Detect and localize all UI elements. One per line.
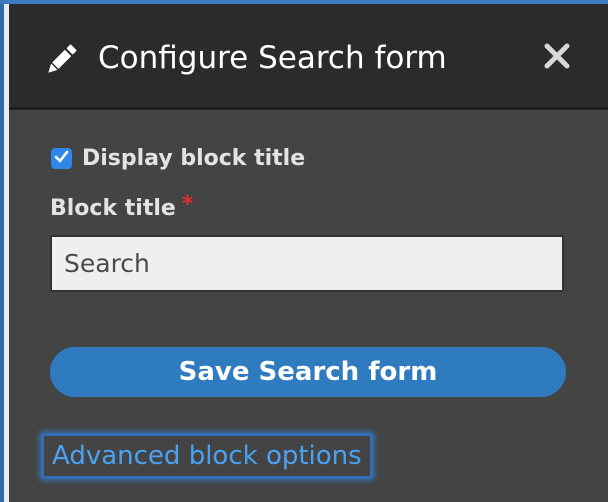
checkmark-icon (54, 149, 69, 168)
display-block-title-checkbox[interactable] (51, 148, 72, 169)
close-icon (544, 43, 570, 73)
close-button[interactable] (537, 38, 577, 78)
required-marker: * (181, 192, 194, 217)
advanced-block-options-link[interactable]: Advanced block options (41, 433, 373, 479)
background-accent-line (0, 0, 4, 502)
page: Configure Search form Display block titl… (0, 0, 608, 502)
block-title-label-text: Block title (50, 196, 176, 221)
block-title-input[interactable] (50, 235, 564, 292)
save-search-form-button[interactable]: Save Search form (50, 347, 566, 397)
block-title-label: Block title * (50, 192, 193, 221)
dialog-header: Configure Search form (9, 4, 608, 110)
pencil-icon (41, 40, 81, 80)
display-block-title-row: Display block title (51, 146, 305, 171)
off-canvas-dialog: Configure Search form Display block titl… (9, 4, 608, 502)
dialog-title: Configure Search form (98, 40, 447, 76)
background-page-edge (0, 0, 9, 502)
display-block-title-label[interactable]: Display block title (82, 146, 305, 171)
